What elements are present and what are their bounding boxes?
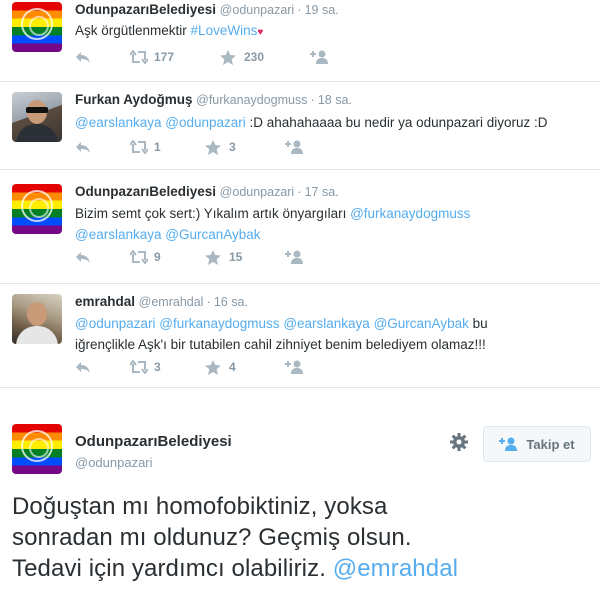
- tweet-text: @odunpazari @furkanaydogmuss @earslankay…: [75, 316, 488, 352]
- reply-button[interactable]: [75, 140, 130, 154]
- user-handle[interactable]: @odunpazari: [220, 185, 295, 199]
- tweet-header: Furkan Aydoğmuş @furkanaydogmuss · 18 sa.: [75, 92, 352, 107]
- avatar[interactable]: [12, 184, 62, 234]
- favorite-count: 4: [229, 360, 236, 374]
- retweet-button[interactable]: 9: [130, 250, 205, 264]
- avatar[interactable]: [12, 294, 62, 344]
- star-icon: [205, 140, 221, 155]
- mention-link[interactable]: @odunpazari: [165, 115, 246, 130]
- timestamp[interactable]: 16 sa.: [214, 295, 248, 309]
- reply-button[interactable]: [75, 50, 130, 64]
- follow-icon-button[interactable]: [285, 360, 309, 374]
- heart-icon: ♥: [257, 27, 264, 38]
- favorite-count: 230: [244, 50, 265, 64]
- star-icon: [205, 250, 221, 265]
- timestamp[interactable]: 19 sa.: [305, 3, 339, 17]
- timestamp[interactable]: 18 sa.: [318, 93, 352, 107]
- reply-icon: [75, 250, 91, 264]
- tweet-header: OdunpazarıBelediyesi @odunpazari · 19 sa.: [75, 2, 339, 17]
- favorite-button[interactable]: 15: [205, 250, 285, 265]
- user-handle[interactable]: @odunpazari: [220, 3, 295, 17]
- user-handle[interactable]: @furkanaydogmuss: [196, 93, 307, 107]
- mention-link[interactable]: @GurcanAybak: [374, 316, 469, 331]
- tweet-actions: 9 15: [75, 250, 309, 265]
- add-user-icon: [285, 250, 303, 264]
- tweet-text: Aşk örgütlenmektir #LoveWins♥: [75, 23, 264, 38]
- favorite-button[interactable]: 4: [205, 360, 285, 375]
- retweet-icon: [130, 360, 148, 374]
- favorite-count: 3: [229, 140, 236, 154]
- avatar[interactable]: [12, 92, 62, 142]
- reply-icon: [75, 360, 91, 374]
- mention-link[interactable]: @emrahdal: [333, 555, 458, 582]
- favorite-button[interactable]: 230: [220, 50, 310, 65]
- reply-icon: [75, 140, 91, 154]
- gear-icon[interactable]: [449, 432, 469, 452]
- star-icon: [220, 50, 236, 65]
- retweet-icon: [130, 50, 148, 64]
- main-tweet-avatar[interactable]: [12, 424, 62, 474]
- retweet-count: 3: [154, 360, 161, 374]
- avatar[interactable]: [12, 2, 62, 52]
- user-name[interactable]: OdunpazarıBelediyesi: [75, 2, 216, 17]
- favorite-count: 15: [229, 250, 243, 264]
- follow-button-label: Takip et: [526, 436, 575, 452]
- main-tweet-text: Doğuştan mı homofobiktiniz, yoksa sonrad…: [12, 493, 459, 582]
- mention-link[interactable]: @earslankaya: [283, 316, 370, 331]
- reply-icon: [75, 50, 91, 64]
- favorite-button[interactable]: 3: [205, 140, 285, 155]
- tweet-actions: 177 230: [75, 50, 334, 65]
- retweet-icon: [130, 250, 148, 264]
- user-name[interactable]: emrahdal: [75, 294, 135, 309]
- retweet-button[interactable]: 1: [130, 140, 205, 154]
- reply-button[interactable]: [75, 360, 130, 374]
- tweet-4[interactable]: emrahdal @emrahdal · 16 sa. @odunpazari @f…: [0, 284, 600, 388]
- user-name[interactable]: Furkan Aydoğmuş: [75, 92, 193, 107]
- follow-icon-button[interactable]: [310, 50, 334, 64]
- tweet-header: emrahdal @emrahdal · 16 sa.: [75, 294, 248, 309]
- add-user-icon: [310, 50, 328, 64]
- tweet-actions: 1 3: [75, 140, 309, 155]
- tweet-header: OdunpazarıBelediyesi @odunpazari · 17 sa.: [75, 184, 339, 199]
- add-user-icon: [499, 437, 519, 451]
- retweet-button[interactable]: 3: [130, 360, 205, 374]
- reply-button[interactable]: [75, 250, 130, 264]
- mention-link[interactable]: @GurcanAybak: [165, 227, 260, 242]
- hashtag-link[interactable]: #LoveWins: [191, 23, 258, 38]
- tweet-3[interactable]: OdunpazarıBelediyesi @odunpazari · 17 sa. …: [0, 170, 600, 284]
- add-user-icon: [285, 140, 303, 154]
- timestamp[interactable]: 17 sa.: [305, 185, 339, 199]
- add-user-icon: [285, 360, 303, 374]
- tweet-1[interactable]: OdunpazarıBelediyesi @odunpazari · 19 sa. …: [0, 0, 600, 82]
- tweet-2[interactable]: Furkan Aydoğmuş @furkanaydogmuss · 18 sa. …: [0, 82, 600, 170]
- tweet-actions: 3 4: [75, 360, 309, 375]
- star-icon: [205, 360, 221, 375]
- main-tweet-user-handle[interactable]: @odunpazari: [75, 455, 153, 470]
- main-tweet-user-name[interactable]: OdunpazarıBelediyesi: [75, 433, 232, 450]
- tweet-text: @earslankaya @odunpazari :D ahahahaaaa b…: [75, 115, 548, 130]
- retweet-count: 177: [154, 50, 175, 64]
- retweet-count: 1: [154, 140, 161, 154]
- mention-link[interactable]: @earslankaya: [75, 227, 162, 242]
- mention-link[interactable]: @earslankaya: [75, 115, 162, 130]
- retweet-count: 9: [154, 250, 161, 264]
- retweet-icon: [130, 140, 148, 154]
- user-handle[interactable]: @emrahdal: [139, 295, 204, 309]
- mention-link[interactable]: @furkanaydogmuss: [159, 316, 279, 331]
- mention-link[interactable]: @furkanaydogmuss: [350, 206, 470, 221]
- follow-button[interactable]: Takip et: [483, 426, 591, 462]
- follow-icon-button[interactable]: [285, 140, 309, 154]
- tweet-text: Bizim semt çok sert:) Yıkalım artık önya…: [75, 206, 471, 242]
- mention-link[interactable]: @odunpazari: [75, 316, 156, 331]
- user-name[interactable]: OdunpazarıBelediyesi: [75, 184, 216, 199]
- retweet-button[interactable]: 177: [130, 50, 220, 64]
- follow-icon-button[interactable]: [285, 250, 309, 264]
